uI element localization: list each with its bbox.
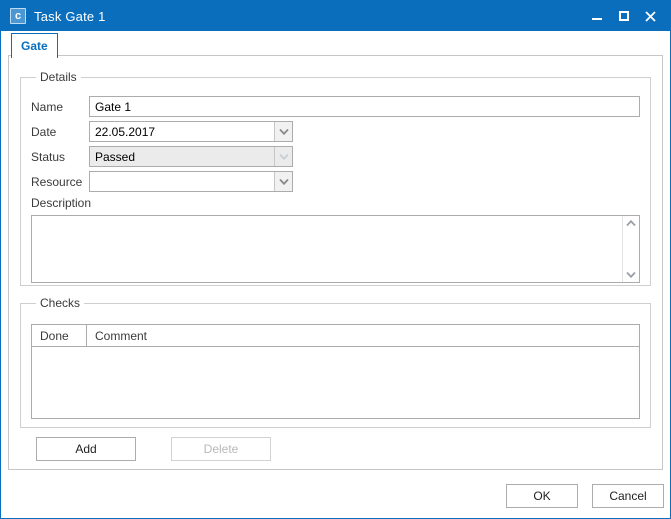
details-legend: Details xyxy=(36,70,81,84)
tab-page-gate: Details Name Date Status xyxy=(8,55,663,470)
description-scrollbar[interactable] xyxy=(622,216,639,282)
tab-gate[interactable]: Gate xyxy=(11,33,58,58)
description-textarea[interactable] xyxy=(32,216,639,282)
app-icon: c xyxy=(10,8,26,24)
checks-actions: Add Delete xyxy=(36,437,271,461)
task-gate-dialog: c Task Gate 1 Gate Details Name xyxy=(0,0,671,519)
description-field xyxy=(31,215,640,283)
date-combobox xyxy=(89,121,293,142)
date-label: Date xyxy=(31,125,89,139)
checks-group: Checks Done Comment xyxy=(20,296,651,428)
checks-table-body[interactable] xyxy=(32,347,639,419)
ok-button[interactable]: OK xyxy=(506,484,578,508)
scroll-up-icon xyxy=(626,220,636,226)
details-group: Details Name Date Status xyxy=(20,70,651,286)
chevron-down-icon xyxy=(279,179,289,185)
maximize-button[interactable] xyxy=(610,1,637,31)
name-input[interactable] xyxy=(89,96,640,117)
chevron-down-icon xyxy=(279,129,289,135)
chevron-down-icon xyxy=(279,154,289,160)
minimize-button[interactable] xyxy=(583,1,610,31)
description-label: Description xyxy=(31,196,640,210)
add-button[interactable]: Add xyxy=(36,437,136,461)
window-controls xyxy=(583,1,664,31)
delete-button[interactable]: Delete xyxy=(171,437,271,461)
status-input xyxy=(90,147,274,166)
scroll-down-icon xyxy=(626,272,636,278)
close-icon xyxy=(645,11,656,22)
status-field-row: Status xyxy=(31,146,640,167)
status-label: Status xyxy=(31,150,89,164)
tab-strip: Gate xyxy=(1,31,670,57)
app-icon-letter: c xyxy=(15,11,21,22)
date-dropdown-button[interactable] xyxy=(274,122,292,141)
titlebar: c Task Gate 1 xyxy=(1,1,670,31)
window-title: Task Gate 1 xyxy=(34,9,106,24)
date-input[interactable] xyxy=(90,122,274,141)
column-header-comment: Comment xyxy=(87,325,639,346)
column-header-done: Done xyxy=(32,325,87,346)
date-field-row: Date xyxy=(31,121,640,142)
status-combobox xyxy=(89,146,293,167)
resource-label: Resource xyxy=(31,175,89,189)
name-field-row: Name xyxy=(31,96,640,117)
resource-combobox xyxy=(89,171,293,192)
checks-legend: Checks xyxy=(36,296,84,310)
minimize-icon xyxy=(592,18,602,20)
checks-table: Done Comment xyxy=(31,324,640,419)
resource-input[interactable] xyxy=(90,172,274,191)
resource-dropdown-button[interactable] xyxy=(274,172,292,191)
status-dropdown-button xyxy=(274,147,292,166)
cancel-button[interactable]: Cancel xyxy=(592,484,664,508)
close-button[interactable] xyxy=(637,1,664,31)
name-label: Name xyxy=(31,100,89,114)
resource-field-row: Resource xyxy=(31,171,640,192)
checks-table-header: Done Comment xyxy=(32,325,639,347)
maximize-icon xyxy=(619,11,629,21)
